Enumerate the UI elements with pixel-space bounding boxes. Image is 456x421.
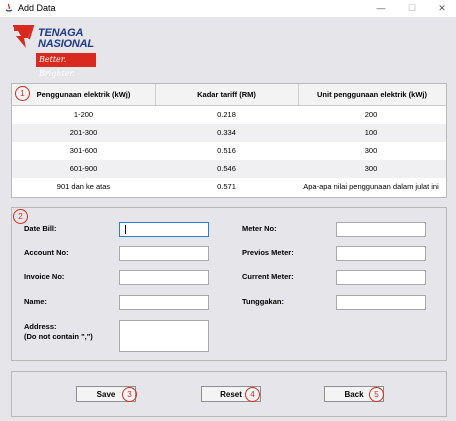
table-cell: 200 [364,110,378,119]
current-meter-label: Current Meter: [242,272,294,281]
column-header-units[interactable]: Unit penggunaan elektrik (kWj) [298,84,446,105]
logo-text-line2: NASIONAL [38,38,94,50]
tunggakan-label: Tunggakan: [242,297,284,306]
column-header-rate[interactable]: Kadar tariff (RM) [155,84,299,105]
close-button[interactable]: ✕ [427,1,456,16]
minimize-button[interactable]: — [366,1,396,16]
table-cell: 301-600 [69,146,98,155]
table-cell: 0.334 [217,128,236,137]
table-cell: 300 [364,146,378,155]
tunggakan-field[interactable] [336,295,426,310]
text-caret [125,225,126,234]
tariff-table: Penggunaan elektrik (kWj) Kadar tariff (… [11,83,447,198]
annotation-badge-5: 5 [369,387,384,402]
table-row[interactable]: 901 dan ke atas 0.571 Apa-apa nilai peng… [12,178,446,196]
table-row[interactable]: 1-200 0.218 200 [12,106,446,124]
title-bar: Add Data — ☐ ✕ [0,0,456,17]
address-hint: (Do not contain ",") [24,332,93,341]
table-cell: 601-900 [69,164,98,173]
date-bill-field[interactable] [119,222,209,237]
table-row[interactable]: 301-600 0.516 300 [12,142,446,160]
annotation-badge-2: 2 [13,209,28,224]
invoice-no-field[interactable] [119,270,209,285]
window-title: Add Data [18,3,56,13]
annotation-badge-1: 1 [15,86,30,101]
annotation-badge-3: 3 [122,387,137,402]
table-cell: 0.516 [217,146,236,155]
table-cell: 901 dan ke atas [56,182,111,191]
previous-meter-label: Previos Meter: [242,248,294,257]
tnb-logo: TENAGA NASIONAL Better. Brighter. [10,22,110,78]
account-no-label: Account No: [24,248,69,257]
table-header: Penggunaan elektrik (kWj) Kadar tariff (… [12,84,446,106]
table-cell: 201-300 [69,128,98,137]
account-no-field[interactable] [119,246,209,261]
invoice-no-label: Invoice No: [24,272,65,281]
column-header-usage[interactable]: Penggunaan elektrik (kWj) [12,84,156,105]
date-bill-label: Date Bill: [24,224,57,233]
table-cell: 100 [364,128,378,137]
table-row[interactable]: 601-900 0.546 300 [12,160,446,178]
table-cell: 0.546 [217,164,236,173]
name-label: Name: [24,297,47,306]
address-field[interactable] [119,320,209,352]
bill-form: Date Bill: Account No: Invoice No: Name:… [11,207,447,361]
address-label: Address: [24,322,57,331]
meter-no-field[interactable] [336,222,426,237]
annotation-badge-4: 4 [245,387,260,402]
table-cell: 1-200 [73,110,94,119]
maximize-button[interactable]: ☐ [397,1,427,16]
current-meter-field[interactable] [336,270,426,285]
java-app-icon [5,3,13,12]
previous-meter-field[interactable] [336,246,426,261]
meter-no-label: Meter No: [242,224,277,233]
table-cell: Apa-apa nilai penggunaan dalam julat ini [303,182,439,191]
table-row[interactable]: 201-300 0.334 100 [12,124,446,142]
table-cell: 0.571 [217,182,236,191]
logo-tagline: Better. Brighter. [36,53,96,78]
table-cell: 300 [364,164,378,173]
name-field[interactable] [119,295,209,310]
table-cell: 0.218 [217,110,236,119]
tnb-logo-icon [13,25,35,48]
